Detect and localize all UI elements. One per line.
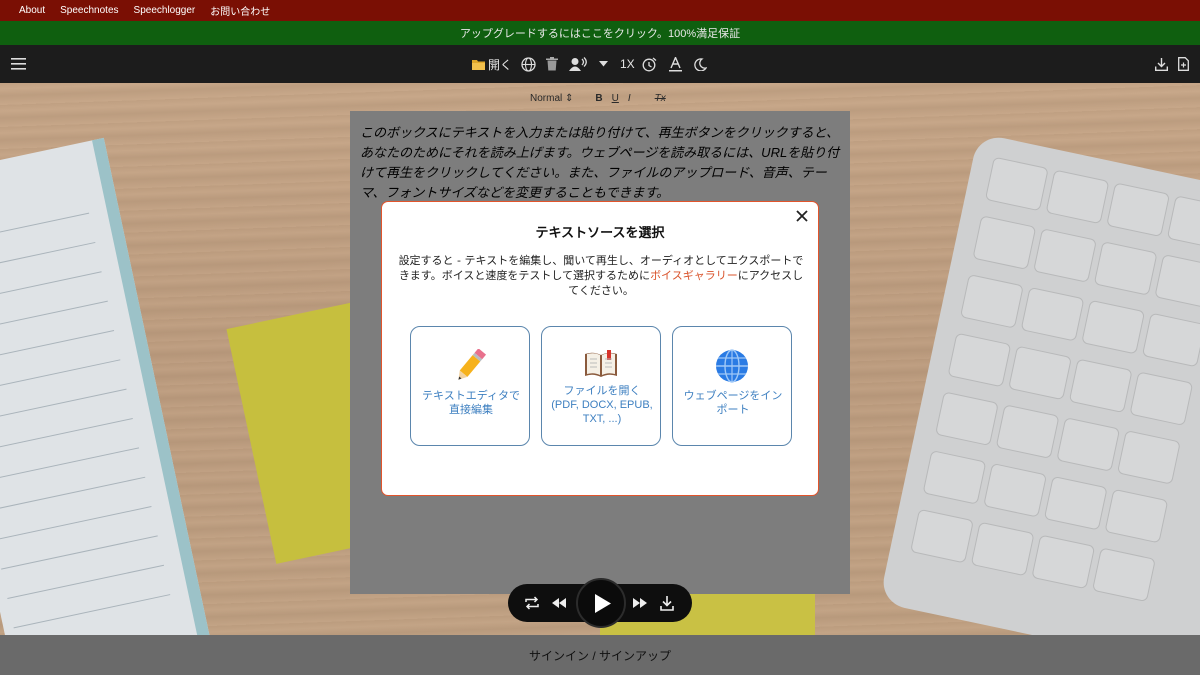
book-icon xyxy=(542,349,660,383)
player-download-icon[interactable] xyxy=(660,584,674,622)
footer: サインイン / サインアップ xyxy=(0,635,1200,675)
signin-link[interactable]: サインイン / サインアップ xyxy=(529,647,671,664)
play-button[interactable] xyxy=(576,578,626,628)
open-label: 開く xyxy=(488,57,513,72)
modal-title: テキストソースを選択 xyxy=(535,226,665,241)
speed-button[interactable]: 1X xyxy=(620,45,635,83)
upgrade-banner[interactable]: アップグレードするにはここをクリック。100%満足保証 xyxy=(0,21,1200,45)
open-button[interactable]: 開く xyxy=(472,45,512,83)
style-select[interactable]: Normal ⇕ xyxy=(530,93,573,104)
editor-text[interactable]: このボックスにテキストを入力または貼り付けて、再生ボタンをクリックすると、あなた… xyxy=(360,123,840,203)
clear-format-button[interactable]: Tx xyxy=(655,93,666,104)
open-file-label: ファイルを開く (PDF, DOCX, EPUB, TXT, ...) xyxy=(551,385,653,425)
menu-icon[interactable] xyxy=(11,45,26,83)
font-icon[interactable] xyxy=(669,45,682,83)
modal-description: 設定すると - テキストを編集し、聞いて再生し、オーディオとしてエクスポートでき… xyxy=(398,253,804,298)
underline-button[interactable]: U xyxy=(612,93,619,104)
italic-button[interactable]: I xyxy=(628,93,631,104)
style-select-value: Normal xyxy=(530,92,563,104)
bold-button[interactable]: B xyxy=(595,93,602,104)
import-webpage-label: ウェブページをインポート xyxy=(683,390,783,416)
edit-text-card[interactable]: テキストエディタで直接編集 xyxy=(410,326,530,446)
nav-link-speechnotes[interactable]: Speechnotes xyxy=(60,5,118,16)
export-file-icon[interactable] xyxy=(1178,45,1189,83)
play-icon xyxy=(595,594,611,613)
voice-icon[interactable] xyxy=(569,45,587,83)
import-webpage-card[interactable]: ウェブページをインポート xyxy=(672,326,792,446)
globe-icon xyxy=(673,349,791,383)
download-icon[interactable] xyxy=(1155,45,1168,83)
timer-icon[interactable] xyxy=(642,45,657,83)
caret-down-icon[interactable] xyxy=(599,45,608,83)
nav-link-contact[interactable]: お問い合わせ xyxy=(210,3,270,18)
moon-icon[interactable] xyxy=(694,45,707,83)
format-bar: Normal ⇕ B U I Tx xyxy=(530,88,666,108)
notebook-image xyxy=(0,137,212,635)
rewind-icon[interactable] xyxy=(552,584,566,622)
text-source-modal: テキストソースを選択 設定すると - テキストを編集し、聞いて再生し、オーディオ… xyxy=(381,201,819,496)
edit-text-label: テキストエディタで直接編集 xyxy=(422,390,520,416)
trash-icon[interactable] xyxy=(546,45,558,83)
keyboard-image xyxy=(878,132,1200,635)
nav-link-about[interactable]: About xyxy=(19,5,45,16)
open-file-card[interactable]: ファイルを開く (PDF, DOCX, EPUB, TXT, ...) xyxy=(541,326,661,446)
pencil-icon xyxy=(411,349,529,383)
close-icon[interactable] xyxy=(794,208,810,224)
web-icon[interactable] xyxy=(521,45,536,83)
voice-gallery-link[interactable]: ボイスギャラリー xyxy=(650,269,738,282)
repeat-icon[interactable] xyxy=(524,584,540,622)
main-toolbar: 開く 1X xyxy=(0,45,1200,83)
forward-icon[interactable] xyxy=(633,584,647,622)
nav-link-speechlogger[interactable]: Speechlogger xyxy=(134,5,196,16)
top-nav: About Speechnotes Speechlogger お問い合わせ xyxy=(0,0,1200,21)
folder-icon xyxy=(472,59,485,70)
